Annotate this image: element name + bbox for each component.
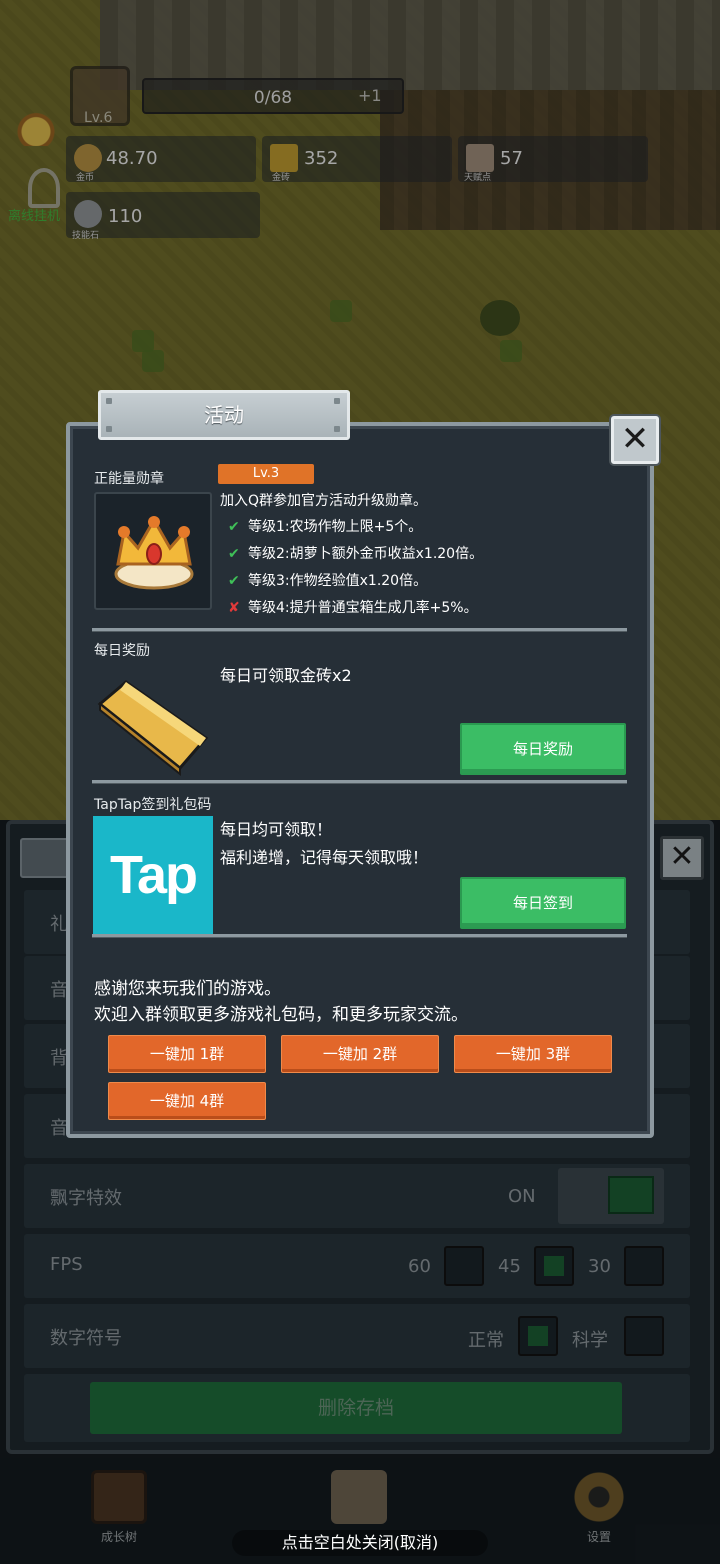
perk-text: 等级2:胡萝卜额外金币收益x1.20倍。 <box>248 546 484 562</box>
rivet <box>334 398 340 404</box>
section-divider <box>92 934 627 938</box>
daily-reward-button[interactable]: 每日奖励 <box>460 723 626 775</box>
medal-description: 加入Q群参加官方活动升级勋章。 <box>220 493 428 509</box>
medal-section-title: 正能量勋章 <box>94 471 164 487</box>
taptap-logo: Tap <box>93 816 213 934</box>
community-line1: 感谢您来玩我们的游戏。 <box>94 979 281 999</box>
check-icon: ✔ <box>228 546 240 562</box>
perk-text: 等级4:提升普通宝箱生成几率+5%。 <box>248 600 478 616</box>
perk-item: ✘ 等级4:提升普通宝箱生成几率+5%。 <box>228 597 478 617</box>
check-icon: ✔ <box>228 519 240 535</box>
join-group-4-button[interactable]: 一键加 4群 <box>108 1082 266 1120</box>
rivet <box>106 398 112 404</box>
dialog-title: 活动 <box>98 390 350 440</box>
perk-item: ✔ 等级3:作物经验值x1.20倍。 <box>228 570 427 590</box>
medal-level-badge: Lv.3 <box>218 464 314 484</box>
join-group-3-button[interactable]: 一键加 3群 <box>454 1035 612 1073</box>
dialog-title-text: 活动 <box>204 403 244 427</box>
perk-item: ✔ 等级1:农场作物上限+5个。 <box>228 516 422 536</box>
close-hint[interactable]: 点击空白处关闭(取消) <box>232 1530 488 1556</box>
crown-icon <box>114 516 194 590</box>
cross-icon: ✘ <box>228 600 240 616</box>
check-icon: ✔ <box>228 573 240 589</box>
rivet <box>106 426 112 432</box>
gold-brick-icon <box>97 680 209 776</box>
section-divider <box>92 780 627 784</box>
rivet <box>334 426 340 432</box>
perk-text: 等级1:农场作物上限+5个。 <box>248 519 423 535</box>
community-line2: 欢迎入群领取更多游戏礼包码，和更多玩家交流。 <box>94 1005 468 1025</box>
daily-section-title: 每日奖励 <box>94 643 150 659</box>
medal-frame <box>94 492 212 610</box>
perk-item: ✔ 等级2:胡萝卜额外金币收益x1.20倍。 <box>228 543 483 563</box>
perk-text: 等级3:作物经验值x1.20倍。 <box>248 573 428 589</box>
daily-reward-text: 每日可领取金砖x2 <box>220 666 352 685</box>
join-group-1-button[interactable]: 一键加 1群 <box>108 1035 266 1073</box>
community-text: 感谢您来玩我们的游戏。 欢迎入群领取更多游戏礼包码，和更多玩家交流。 <box>94 976 468 1028</box>
daily-checkin-button[interactable]: 每日签到 <box>460 877 626 929</box>
taptap-line2: 福利递增，记得每天领取哦！ <box>220 848 429 867</box>
taptap-section-title: TapTap签到礼包码 <box>94 797 212 813</box>
join-group-2-button[interactable]: 一键加 2群 <box>281 1035 439 1073</box>
taptap-line1: 每日均可领取！ <box>220 820 333 839</box>
dialog-close-button[interactable]: ✕ <box>611 416 659 464</box>
section-divider <box>92 628 627 632</box>
